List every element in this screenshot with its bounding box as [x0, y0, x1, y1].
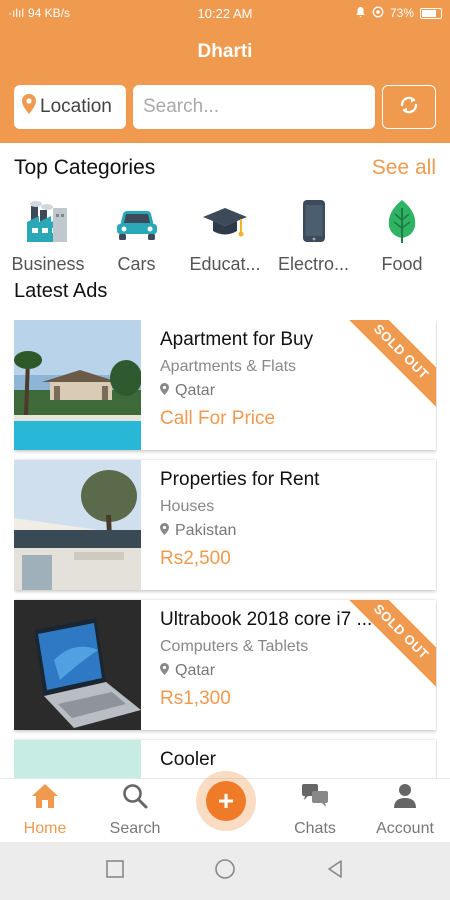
- ad-location: Qatar: [175, 662, 216, 679]
- category-education[interactable]: Educat...: [183, 196, 267, 278]
- ad-thumbnail: [14, 320, 142, 450]
- data-saver-icon: [372, 6, 384, 21]
- app-header: Dharti Location: [0, 26, 450, 143]
- signal-icon: ·ılıl: [8, 6, 24, 20]
- search-icon: [122, 783, 148, 814]
- post-ad-button[interactable]: +: [206, 781, 246, 821]
- smartphone-icon: [289, 196, 339, 246]
- battery-icon: [420, 7, 442, 19]
- user-icon: [392, 783, 418, 814]
- network-speed: 94 KB/s: [28, 6, 71, 20]
- nav-home-label: Home: [23, 820, 67, 837]
- search-box[interactable]: [133, 85, 410, 129]
- chat-bubbles-icon: [300, 783, 330, 814]
- factory-icon: [23, 196, 73, 246]
- ad-price: Rs2,500: [160, 548, 231, 569]
- nav-account-label: Account: [376, 820, 434, 837]
- ad-thumbnail: [14, 740, 141, 778]
- ad-category: Houses: [160, 498, 215, 515]
- back-icon[interactable]: [325, 859, 345, 884]
- ad-title: Cooler: [160, 749, 216, 770]
- status-bar: ·ılıl 94 KB/s 10:22 AM 73%: [0, 0, 450, 26]
- status-time: 10:22 AM: [197, 5, 253, 21]
- ad-card[interactable]: Ultrabook 2018 core i7 ... 16 Computers …: [14, 600, 436, 730]
- ad-title: Properties for Rent: [160, 469, 320, 490]
- ad-price: Rs1,300: [160, 688, 231, 709]
- nav-chats-label: Chats: [294, 820, 336, 837]
- post-ad-halo: +: [196, 771, 256, 831]
- home-icon: [31, 783, 59, 814]
- nav-search-label: Search: [109, 820, 161, 837]
- category-label: Electro...: [277, 254, 350, 274]
- ad-thumbnail: [14, 600, 141, 730]
- ad-price: Call For Price: [160, 408, 276, 429]
- ad-thumbnail: [14, 460, 141, 590]
- ad-location: Qatar: [175, 382, 216, 399]
- location-pin-icon: [160, 662, 169, 680]
- location-pin-icon: [160, 522, 169, 540]
- category-cars[interactable]: Cars: [95, 196, 179, 278]
- category-label: Food: [381, 254, 423, 274]
- recents-icon[interactable]: [105, 859, 125, 884]
- category-label: Cars: [117, 254, 156, 274]
- system-nav: [0, 842, 450, 900]
- bell-icon: [355, 6, 366, 21]
- refresh-button[interactable]: [382, 85, 436, 129]
- car-icon: [112, 196, 162, 246]
- leaf-icon: [377, 196, 427, 246]
- ads-list[interactable]: Apartment for Buy Apartments & Flats Qat…: [14, 320, 437, 778]
- search-input[interactable]: [143, 96, 388, 118]
- nav-chats[interactable]: Chats: [270, 779, 360, 838]
- graduation-cap-icon: [200, 196, 250, 246]
- latest-ads-title: Latest Ads: [14, 280, 108, 302]
- ad-location: Pakistan: [175, 522, 237, 539]
- nav-home[interactable]: Home: [0, 779, 90, 838]
- map-pin-icon: [22, 94, 36, 120]
- home-circle-icon[interactable]: [214, 858, 236, 885]
- refresh-icon: [397, 93, 421, 122]
- ad-card[interactable]: Properties for Rent Houses Pakistan Rs2,…: [14, 460, 436, 590]
- category-label: Educat...: [189, 254, 261, 274]
- location-pin-icon: [160, 382, 169, 400]
- top-categories-title: Top Categories: [14, 156, 156, 179]
- nav-account[interactable]: Account: [360, 779, 450, 838]
- category-label: Business: [11, 254, 85, 274]
- category-food[interactable]: Food: [360, 196, 444, 278]
- ad-card[interactable]: Apartment for Buy Apartments & Flats Qat…: [14, 320, 436, 450]
- categories-row: Business Cars Educat... Electro... Food: [0, 196, 450, 278]
- bottom-nav: Home Search + Chats Account: [0, 771, 450, 842]
- nav-search[interactable]: Search: [90, 779, 180, 838]
- category-business[interactable]: Business: [6, 196, 90, 278]
- location-label: Location: [40, 96, 112, 117]
- battery-percent: 73%: [389, 6, 414, 20]
- location-button[interactable]: Location: [14, 85, 126, 129]
- see-all-link[interactable]: See all: [372, 156, 436, 180]
- category-electronics[interactable]: Electro...: [272, 196, 356, 278]
- app-title: Dharti: [197, 41, 253, 62]
